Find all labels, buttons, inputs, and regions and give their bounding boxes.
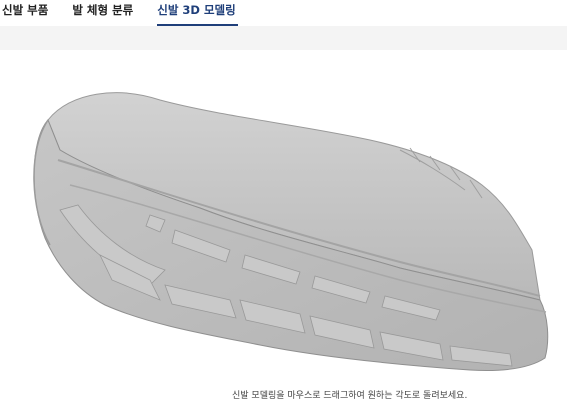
shoe-3d-model[interactable] [0,50,567,408]
header-band [0,26,567,50]
tab-bar: 신발 부품 발 체형 분류 신발 3D 모델링 [0,0,567,26]
tab-shoe-parts[interactable]: 신발 부품 [0,0,60,26]
drag-hint-text: 신발 모델링을 마우스로 드래그하여 원하는 각도로 돌려보세요. [232,391,468,401]
3d-model-viewer[interactable] [0,50,567,408]
tab-shoe-3d-modeling[interactable]: 신발 3D 모델링 [145,0,247,26]
tab-foot-type[interactable]: 발 체형 분류 [60,0,145,26]
